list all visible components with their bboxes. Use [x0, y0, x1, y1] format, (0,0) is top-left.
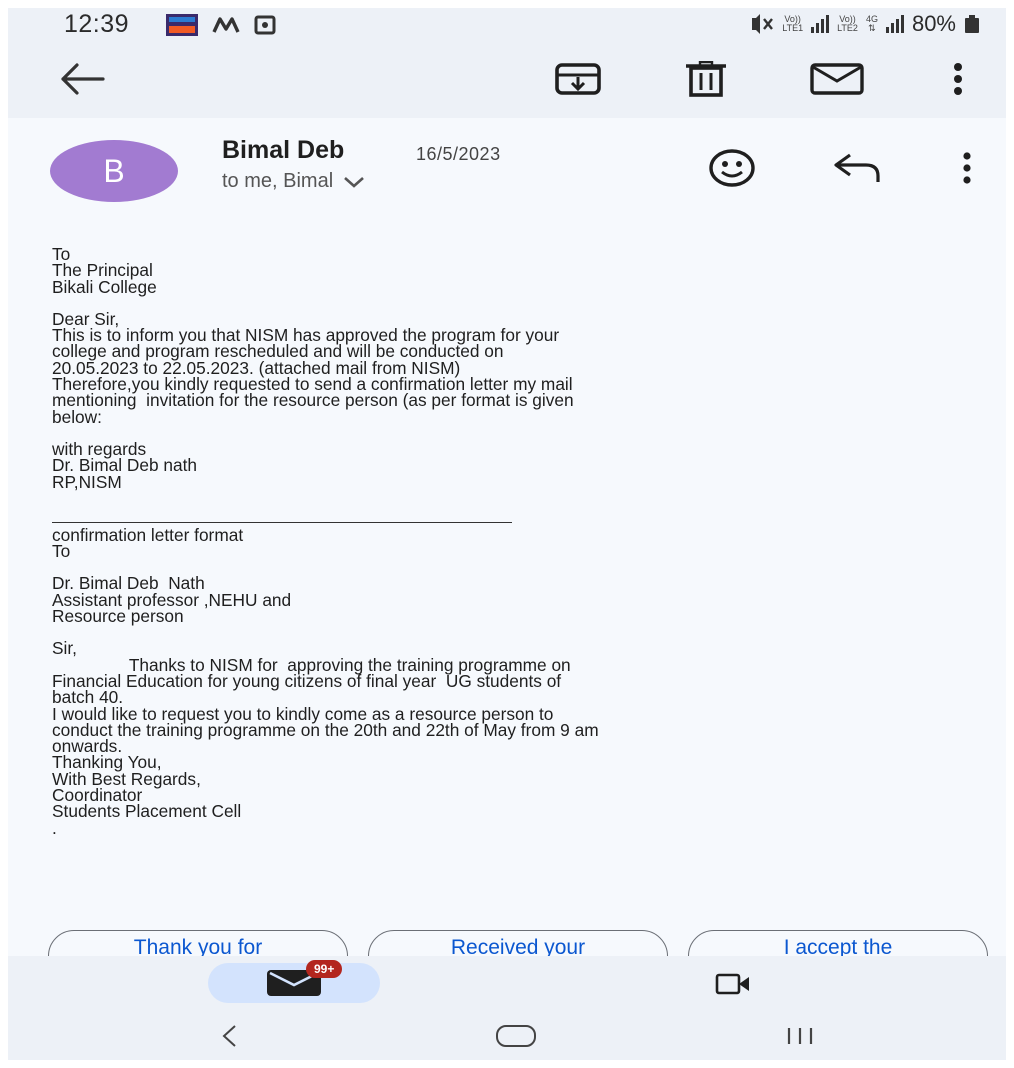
- battery-icon: [964, 15, 980, 33]
- message-body: To The Principal Bikali College Dear Sir, Th…: [52, 244, 992, 838]
- smart-reply-chip[interactable]: Received your: [368, 930, 668, 956]
- more-vert-icon: [963, 152, 971, 184]
- message-date: 16/5/2023: [416, 144, 501, 164]
- body-line: With Best Regards,: [52, 768, 201, 789]
- body-line: The Principal: [52, 260, 153, 281]
- status-bar: 12:39 Vo)) LTE1 Vo)) LTE2 4G ⇅ 80%: [8, 8, 1006, 40]
- meet-tab[interactable]: [708, 968, 758, 1000]
- emoji-icon: [709, 149, 755, 187]
- chevron-down-icon: [344, 176, 365, 188]
- body-line: Dr. Bimal Deb nath: [52, 455, 198, 476]
- body-line: Students Placement Cell: [52, 801, 242, 822]
- separator-line: [52, 512, 512, 523]
- sender-avatar[interactable]: B: [50, 140, 178, 202]
- body-line: To: [52, 541, 71, 562]
- smart-reply-chip[interactable]: I accept the: [688, 930, 988, 956]
- message-toolbar: [8, 40, 1006, 118]
- body-line: conduct the training programme on the 20…: [52, 719, 599, 740]
- network-gen-label: 4G ⇅: [865, 14, 878, 33]
- more-options-button[interactable]: [938, 40, 978, 118]
- recipients-label: to me, Bimal: [222, 170, 334, 192]
- more-vert-icon: [954, 63, 962, 95]
- chevron-left-icon: [222, 1025, 236, 1047]
- body-line: Bikali College: [52, 276, 157, 297]
- body-line: RP,NISM: [52, 471, 122, 492]
- notification-icons: [166, 14, 276, 36]
- body-line: onwards.: [52, 736, 123, 757]
- smart-reply-row: Thank you for Received your I accept the: [8, 928, 1006, 956]
- m-app-notification-icon: [212, 17, 240, 33]
- screen-record-notification-icon: [254, 15, 276, 35]
- delete-button[interactable]: [676, 40, 736, 118]
- system-home-button[interactable]: [492, 1022, 540, 1050]
- reply-icon: [834, 153, 880, 182]
- body-line: Resource person: [52, 606, 184, 627]
- body-line: .: [52, 817, 57, 838]
- system-navigation-bar: [8, 1012, 1006, 1060]
- bottom-navigation: 99+: [8, 956, 1006, 1012]
- system-recents-button[interactable]: [776, 1022, 824, 1050]
- clock: 12:39: [64, 10, 130, 38]
- smart-reply-chip[interactable]: Thank you for: [48, 930, 348, 956]
- system-back-button[interactable]: [214, 1022, 244, 1050]
- reply-button[interactable]: [828, 146, 888, 190]
- video-camera-icon: [715, 973, 749, 995]
- sim1-signal-icon: [811, 15, 830, 33]
- body-line: Assistant professor ,NEHU and: [52, 589, 292, 610]
- battery-percent: 80%: [911, 11, 956, 36]
- archive-button[interactable]: [548, 40, 608, 118]
- body-line: Financial Education for young citizens o…: [52, 670, 562, 691]
- recents-icon: [787, 1028, 813, 1044]
- message-more-button[interactable]: [952, 146, 982, 190]
- vibrate-mute-icon: [752, 14, 774, 34]
- gmail-screen: 12:39 Vo)) LTE1 Vo)) LTE2 4G ⇅ 80% B Bim…: [8, 8, 1006, 1060]
- mark-unread-button[interactable]: [802, 40, 872, 118]
- unread-count-badge: 99+: [306, 960, 343, 978]
- back-button[interactable]: [52, 40, 112, 118]
- mark-unread-icon: [810, 63, 864, 95]
- sim1-label: Vo)) LTE1: [782, 14, 804, 33]
- body-line: To: [52, 244, 71, 264]
- body-line: below:: [52, 406, 102, 427]
- add-reaction-button[interactable]: [704, 146, 760, 190]
- sim2-signal-icon: [885, 15, 904, 33]
- sender-name: Bimal Deb: [222, 136, 345, 164]
- body-line: mentioning invitation for the resource p…: [52, 390, 574, 411]
- body-line: confirmation letter format: [52, 524, 244, 545]
- mail-tab[interactable]: [208, 963, 380, 1003]
- recipients-toggle[interactable]: to me, Bimal: [222, 170, 365, 193]
- system-indicators: Vo)) LTE1 Vo)) LTE2 4G ⇅ 80%: [748, 11, 980, 37]
- delete-icon: [686, 61, 726, 97]
- archive-icon: [555, 63, 601, 95]
- home-pill-icon: [496, 1025, 536, 1047]
- tv-app-notification-icon: [166, 14, 198, 36]
- sim2-label: Vo)) LTE2: [837, 14, 858, 33]
- back-arrow-icon: [61, 63, 105, 95]
